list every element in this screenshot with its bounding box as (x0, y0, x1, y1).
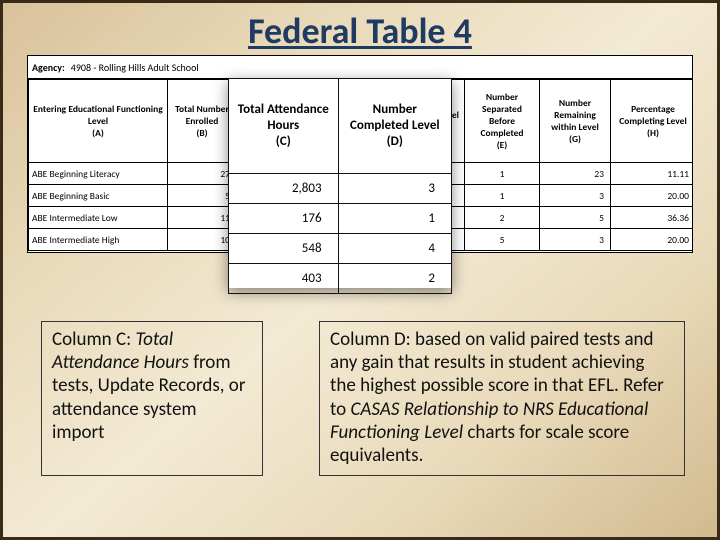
cell-sep: 5 (465, 229, 540, 251)
note-c-lead: Column C: (52, 328, 131, 351)
cell-pct: 11.11 (611, 163, 694, 185)
cell-level: ABE Beginning Literacy (29, 163, 168, 185)
cell-remain: 5 (540, 207, 611, 229)
cell-completed: 3 (338, 174, 451, 204)
cell-hours: 176 (229, 204, 339, 234)
overlay-header-d: Number Completed Level(D) (338, 79, 451, 174)
notes-row: Column C: Total Attendance Hours from te… (41, 321, 685, 476)
cell-enrolled: 27 (168, 163, 237, 185)
cell-level: ABE Intermediate High (29, 229, 168, 251)
cell-remain: 23 (540, 163, 611, 185)
col-b-header: Total Number Enrolled(B) (168, 80, 237, 163)
table-row: 5484 (229, 234, 452, 264)
note-column-c: Column C: Total Attendance Hours from te… (41, 321, 263, 476)
cell-pct: 20.00 (611, 185, 694, 207)
cell-completed: 4 (338, 234, 451, 264)
note-d-lead: Column D: (330, 328, 411, 351)
cell-sep: 1 (465, 185, 540, 207)
cell-pct: 20.00 (611, 229, 694, 251)
page-title: Federal Table 4 (3, 9, 717, 53)
col-e-header: Number Separated Before Completed(E) (465, 80, 540, 163)
cell-enrolled: 5 (168, 185, 237, 207)
overlay-header-c: Total Attendance Hours(C) (229, 79, 339, 174)
cell-sep: 1 (465, 163, 540, 185)
table-row: 4032 (229, 264, 452, 294)
highlight-overlay-cd: Total Attendance Hours(C) Number Complet… (228, 78, 452, 288)
cell-hours: 2,803 (229, 174, 339, 204)
table-row: 1761 (229, 204, 452, 234)
cell-sep: 2 (465, 207, 540, 229)
cell-level: ABE Intermediate Low (29, 207, 168, 229)
col-g-header: Percentage Completing Level(H) (611, 80, 694, 163)
cell-completed: 1 (338, 204, 451, 234)
note-column-d: Column D: based on valid paired tests an… (319, 321, 685, 476)
cell-remain: 3 (540, 185, 611, 207)
cell-enrolled: 11 (168, 207, 237, 229)
cell-hours: 403 (229, 264, 339, 294)
agency-label: Agency: (32, 61, 65, 74)
col-a-header: Entering Educational Functioning Level(A… (29, 80, 168, 163)
cell-enrolled: 10 (168, 229, 237, 251)
cell-level: ABE Beginning Basic (29, 185, 168, 207)
overlay-table: Total Attendance Hours(C) Number Complet… (228, 78, 452, 294)
cell-remain: 3 (540, 229, 611, 251)
cell-completed: 2 (338, 264, 451, 294)
table-row: 2,8033 (229, 174, 452, 204)
cell-pct: 36.36 (611, 207, 694, 229)
cell-hours: 548 (229, 234, 339, 264)
agency-row: Agency: 4908 - Rolling Hills Adult Schoo… (28, 56, 692, 79)
col-f-header: Number Remaining within Level(G) (540, 80, 611, 163)
agency-value: 4908 - Rolling Hills Adult School (71, 61, 199, 74)
